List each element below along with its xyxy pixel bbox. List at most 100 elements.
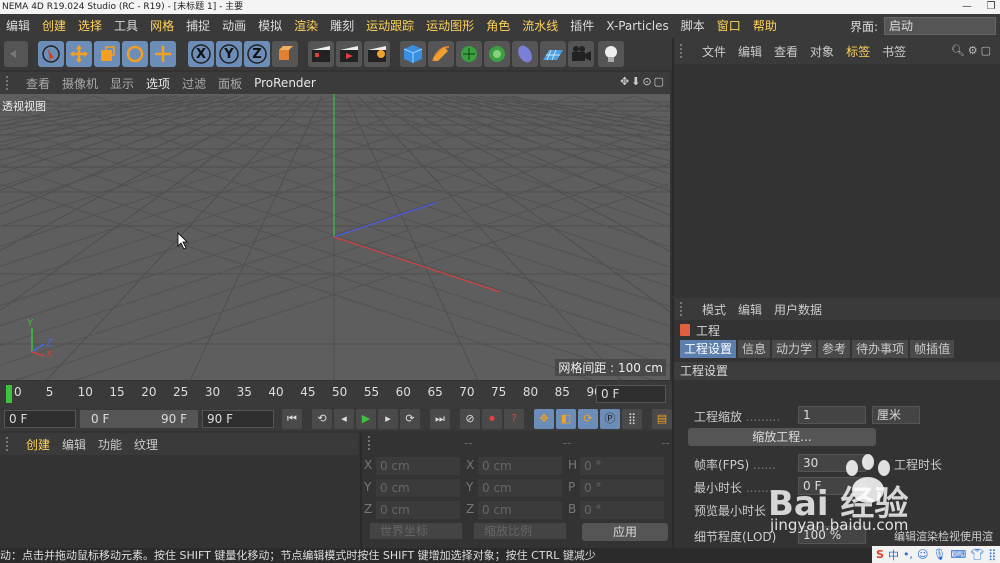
subdivision-surface-icon[interactable]	[456, 41, 482, 67]
menu-item[interactable]: 窗口	[711, 14, 747, 38]
apply-button[interactable]: 应用	[582, 523, 668, 541]
ime-mode-label[interactable]: 中	[888, 547, 899, 563]
input-method-toolbar[interactable]: S 中 •, ☺ 🎙︎ ⌨ 👕︎ ⣿	[872, 546, 1000, 563]
objects-menu-item[interactable]: 标签	[840, 43, 876, 60]
panel-grip[interactable]	[6, 437, 12, 451]
world-coordinates-select[interactable]: 世界坐标	[370, 523, 462, 539]
attributes-tab[interactable]: 工程设置	[680, 340, 737, 358]
previous-frame-icon[interactable]: ◂	[334, 409, 354, 429]
material-menu-item[interactable]: 创建	[20, 436, 56, 453]
coordinate-value-field[interactable]: 0 °	[580, 501, 664, 519]
y-axis-lock-button[interactable]: Y	[216, 41, 242, 67]
coordinate-value-field[interactable]: 0 cm	[478, 457, 562, 475]
material-menu-item[interactable]: 编辑	[56, 436, 92, 453]
coordinate-value-field[interactable]: 0 cm	[376, 479, 460, 497]
go-to-start-icon[interactable]: ⏮	[282, 409, 302, 429]
timeline-ruler[interactable]: 0 5 10 15 20 25 30 35 40 45 50 55 60 65 70 75 80 85 90 0 F	[0, 381, 672, 407]
attributes-menu-item[interactable]: 编辑	[732, 301, 768, 318]
menu-item[interactable]: 选择	[72, 14, 108, 38]
undo-icon[interactable]	[4, 41, 28, 67]
next-key-icon[interactable]: ⟳	[400, 409, 420, 429]
coordinate-value-field[interactable]: 0 °	[580, 457, 664, 475]
objects-menu-item[interactable]: 查看	[768, 43, 804, 60]
coordinate-value-field[interactable]: 0 cm	[376, 501, 460, 519]
attributes-tab[interactable]: 信息	[738, 340, 771, 358]
keyframe-selection-icon[interactable]: ?	[504, 409, 524, 429]
menu-item[interactable]: 流水线	[516, 14, 564, 38]
deformer-icon[interactable]	[512, 41, 538, 67]
menu-item[interactable]: 创建	[36, 14, 72, 38]
menu-item[interactable]: 网格	[144, 14, 180, 38]
end-frame-field[interactable]: 90 F	[202, 410, 274, 428]
z-axis-lock-button[interactable]: Z	[244, 41, 270, 67]
coordinate-system-icon[interactable]	[272, 41, 298, 67]
objects-menu-item[interactable]: 文件	[696, 43, 732, 60]
play-icon[interactable]: ▶	[356, 409, 376, 429]
next-frame-icon[interactable]: ▸	[378, 409, 398, 429]
coordinate-value-field[interactable]: 0 °	[580, 479, 664, 497]
cube-icon[interactable]	[400, 41, 426, 67]
perspective-viewport[interactable]: 透视视图 Y Z X 网格间距 : 100 cm	[0, 94, 670, 380]
ime-grid-icon[interactable]: ⣿	[988, 548, 996, 561]
start-frame-field[interactable]: 0 F	[4, 410, 76, 428]
camera-icon[interactable]	[568, 41, 594, 67]
coordinate-value-field[interactable]: 0 cm	[478, 501, 562, 519]
select-tool-icon[interactable]	[38, 41, 64, 67]
key-parameter-icon[interactable]: Ⓟ	[600, 409, 620, 429]
panel-grip[interactable]	[680, 302, 686, 316]
menu-item[interactable]: 雕刻	[324, 14, 360, 38]
last-tool-icon[interactable]	[150, 41, 176, 67]
menu-item[interactable]: 角色	[480, 14, 516, 38]
timeline-playhead[interactable]	[6, 385, 12, 403]
move-tool-icon[interactable]	[66, 41, 92, 67]
render-view-icon[interactable]	[308, 41, 334, 67]
scale-tool-icon[interactable]	[94, 41, 120, 67]
previous-key-icon[interactable]: ⟲	[312, 409, 332, 429]
menu-item[interactable]: 捕捉	[180, 14, 216, 38]
autokey-icon[interactable]: ⏺	[482, 409, 502, 429]
scale-project-button[interactable]: 缩放工程...	[688, 428, 876, 446]
menu-item[interactable]: 插件	[564, 14, 600, 38]
ime-emoji-icon[interactable]: ☺	[917, 548, 928, 561]
render-settings-icon[interactable]	[364, 41, 390, 67]
coordinate-value-field[interactable]: 0 cm	[376, 457, 460, 475]
menu-item[interactable]: 帮助	[747, 14, 783, 38]
fps-input[interactable]: 30	[798, 454, 866, 472]
pen-spline-icon[interactable]	[428, 41, 454, 67]
minimize-icon[interactable]: —	[962, 0, 972, 14]
key-pla-icon[interactable]: ⣿	[622, 409, 642, 429]
objects-menu-item[interactable]: 编辑	[732, 43, 768, 60]
x-axis-lock-button[interactable]: X	[188, 41, 214, 67]
attributes-tab[interactable]: 帧插值	[910, 340, 955, 358]
viewport-menu-item[interactable]: ProRender	[248, 76, 322, 90]
restore-icon[interactable]: ❐	[986, 0, 996, 14]
go-to-end-icon[interactable]: ⏭	[430, 409, 450, 429]
viewport-nav-icons[interactable]: ✥⬇⊙▢	[620, 75, 666, 88]
viewport-menu-item[interactable]: 摄像机	[56, 75, 104, 92]
preview-range-slider[interactable]: 0 F 90 F	[80, 410, 198, 428]
material-menu-item[interactable]: 功能	[92, 436, 128, 453]
interface-dropdown[interactable]: 启动	[884, 17, 996, 35]
key-scale-icon[interactable]: ◧	[556, 409, 576, 429]
rotate-tool-icon[interactable]	[122, 41, 148, 67]
objects-menu-item[interactable]: 对象	[804, 43, 840, 60]
objects-panel-icons[interactable]: 🔍︎⚙︎▢	[951, 44, 994, 57]
viewport-menu-item[interactable]: 显示	[104, 75, 140, 92]
timeline-layout-icon[interactable]: ▤	[652, 409, 672, 429]
menu-item[interactable]: 渲染	[288, 14, 324, 38]
menu-item[interactable]: 模拟	[252, 14, 288, 38]
viewport-menu-item[interactable]: 过滤	[176, 75, 212, 92]
viewport-menu-item[interactable]: 选项	[140, 75, 176, 92]
lod-input[interactable]: 100 %	[798, 526, 866, 544]
project-scale-input[interactable]: 1	[798, 406, 866, 424]
attributes-tab[interactable]: 参考	[818, 340, 851, 358]
scale-mode-select[interactable]: 缩放比例	[474, 523, 566, 539]
attributes-tab[interactable]: 待办事项	[852, 340, 909, 358]
menu-item[interactable]: 编辑	[0, 14, 36, 38]
objects-menu-item[interactable]: 书签	[876, 43, 912, 60]
panel-grip[interactable]	[368, 436, 374, 450]
viewport-menu-item[interactable]: 面板	[212, 75, 248, 92]
panel-grip[interactable]	[6, 76, 14, 90]
attributes-tab[interactable]: 动力学	[772, 340, 817, 358]
menu-item[interactable]: 动画	[216, 14, 252, 38]
